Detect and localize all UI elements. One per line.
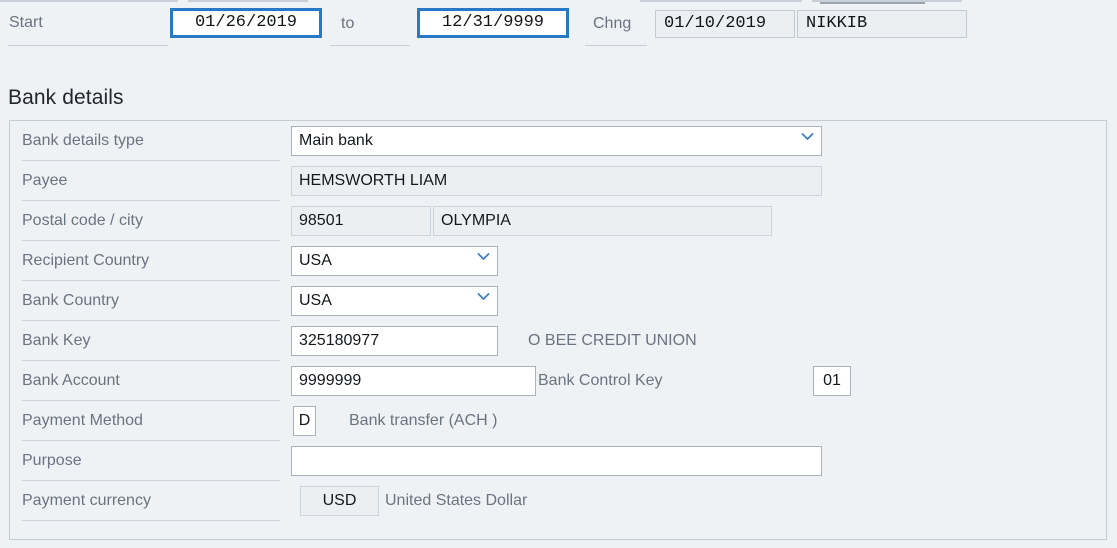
bank-account-input[interactable]: 9999999 [291, 366, 536, 396]
postal-code-field: 98501 [291, 206, 431, 236]
bank-key-description: O BEE CREDIT UNION [528, 332, 697, 349]
bank-key-label: Bank Key [22, 332, 91, 349]
payment-currency-field: USD [300, 486, 379, 516]
start-date-label: Start [9, 14, 43, 31]
change-date-field: 01/10/2019 [655, 10, 795, 38]
clipped-row-separator-1 [0, 0, 178, 2]
bank-details-type-label: Bank details type [22, 132, 144, 149]
row-bank-key: Bank Key 325180977 O BEE CREDIT UNION [10, 321, 1106, 361]
change-label: Chng [593, 15, 632, 32]
bank-control-key-input[interactable]: 01 [813, 366, 851, 396]
row-purpose: Purpose [10, 441, 1106, 481]
clipped-row-separator-3 [640, 0, 802, 2]
row-postal-city: Postal code / city 98501 OLYMPIA [10, 201, 1106, 241]
validity-strip: Start 01/26/2019 to 12/31/9999 Chng 01/1… [0, 0, 1117, 58]
bank-key-input[interactable]: 325180977 [291, 326, 498, 356]
to-label: to [341, 15, 355, 32]
row-recipient-country: Recipient Country USA [10, 241, 1106, 281]
recipient-country-select[interactable]: USA [291, 246, 498, 276]
bank-country-select[interactable]: USA [291, 286, 498, 316]
payment-currency-description: United States Dollar [385, 492, 528, 509]
end-date-input[interactable]: 12/31/9999 [417, 8, 569, 38]
payment-method-description: Bank transfer (ACH ) [349, 412, 498, 429]
payment-currency-label: Payment currency [22, 492, 151, 509]
purpose-input[interactable] [291, 446, 822, 476]
row-payee: Payee HEMSWORTH LIAM [10, 161, 1106, 201]
start-date-input[interactable]: 01/26/2019 [170, 8, 322, 38]
validity-underline-1 [8, 45, 168, 46]
row-payment-currency: Payment currency USD United States Dolla… [10, 481, 1106, 521]
payment-method-label: Payment Method [22, 412, 143, 429]
bank-account-label: Bank Account [22, 372, 120, 389]
payment-method-input[interactable]: D [293, 406, 316, 436]
bank-control-key-label: Bank Control Key [538, 372, 663, 389]
bank-country-label: Bank Country [22, 292, 119, 309]
bank-details-type-select[interactable]: Main bank [291, 126, 822, 156]
city-field: OLYMPIA [433, 206, 772, 236]
row-bank-country: Bank Country USA [10, 281, 1106, 321]
recipient-country-label: Recipient Country [22, 252, 150, 269]
postal-city-label: Postal code / city [22, 212, 143, 229]
row-separator [22, 520, 280, 521]
payee-field: HEMSWORTH LIAM [291, 166, 822, 196]
validity-underline-3 [585, 45, 647, 46]
payee-label: Payee [22, 172, 68, 189]
validity-row: Start 01/26/2019 to 12/31/9999 Chng 01/1… [0, 4, 1117, 44]
bank-details-panel: Bank details type Main bank Payee HEMSWO… [9, 120, 1107, 540]
clipped-row-separator-2 [188, 0, 308, 2]
change-user-field: NIKKIB [797, 10, 967, 38]
page-title: Bank details [8, 86, 124, 109]
validity-underline-2 [330, 45, 410, 46]
purpose-label: Purpose [22, 452, 82, 469]
row-payment-method: Payment Method D Bank transfer (ACH ) [10, 401, 1106, 441]
row-bank-details-type: Bank details type Main bank [10, 121, 1106, 161]
row-bank-account: Bank Account 9999999 Bank Control Key 01 [10, 361, 1106, 401]
